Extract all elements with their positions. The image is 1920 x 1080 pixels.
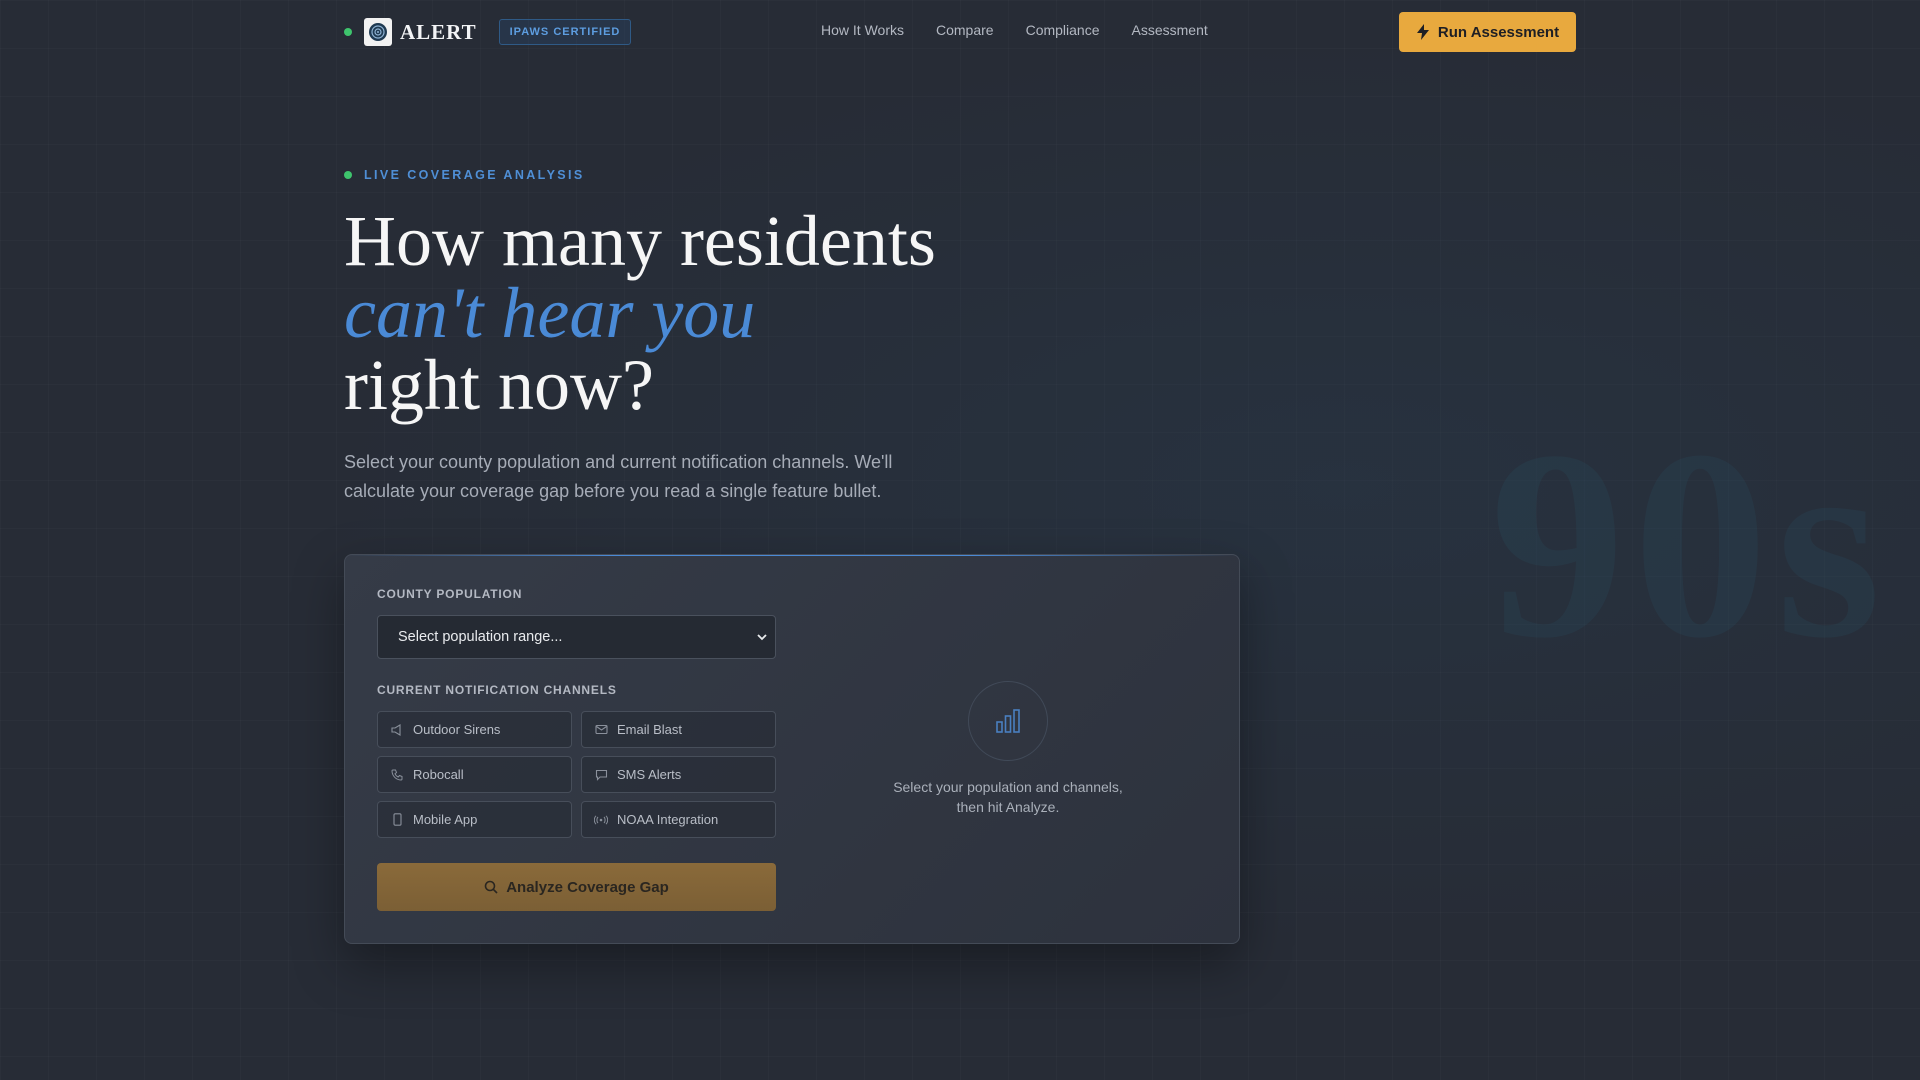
smartphone-icon (390, 813, 404, 827)
eyebrow-text: LIVE COVERAGE ANALYSIS (364, 168, 585, 182)
channel-label: NOAA Integration (617, 812, 719, 827)
population-label: COUNTY POPULATION (377, 587, 523, 601)
logo-icon (364, 18, 392, 46)
population-select[interactable]: Select population range... (377, 615, 776, 659)
channel-label: Mobile App (413, 812, 478, 827)
hero-subtitle: Select your county population and curren… (344, 452, 893, 501)
mail-icon (594, 723, 608, 737)
channel-outdoor-sirens[interactable]: Outdoor Sirens (377, 711, 572, 748)
bar-chart-icon (968, 681, 1048, 761)
coverage-calculator-card: COUNTY POPULATION Select population rang… (344, 554, 1240, 944)
hero-headline: How many residents can't hear you right … (344, 205, 936, 421)
empty-state-message: Select your population and channels, the… (893, 779, 1123, 815)
nav-link-assessment[interactable]: Assessment (1132, 22, 1208, 38)
channel-label: Outdoor Sirens (413, 722, 501, 737)
nav-links: How It Works Compare Compliance Assessme… (821, 22, 1240, 38)
card-accent-line (345, 555, 1239, 556)
chevron-down-icon (757, 634, 767, 641)
run-assessment-label: Run Assessment (1437, 23, 1560, 41)
channel-label: Email Blast (617, 722, 683, 737)
brand-name: ALERT (400, 19, 477, 44)
run-assessment-button[interactable]: Run Assessment (1399, 12, 1576, 52)
headline-line-1: How many residents (344, 201, 936, 281)
headline-accent: can't hear you (344, 273, 756, 353)
headline-line-3: right now? (344, 345, 654, 425)
channel-mobile-app[interactable]: Mobile App (377, 801, 572, 838)
channel-options: Outdoor Sirens Email Blast Robocall SMS … (377, 711, 776, 838)
eyebrow: LIVE COVERAGE ANALYSIS (344, 168, 585, 182)
background-decorative-number: 90s (1490, 395, 1890, 694)
channel-label: Robocall (413, 767, 464, 782)
analyze-label: Analyze Coverage Gap (506, 878, 669, 896)
channel-email-blast[interactable]: Email Blast (581, 711, 776, 748)
population-select-value: Select population range... (398, 629, 563, 645)
status-dot (344, 28, 352, 36)
live-indicator-dot (344, 171, 352, 179)
channel-label: SMS Alerts (617, 767, 682, 782)
nav-link-compliance[interactable]: Compliance (1026, 22, 1100, 38)
lightning-icon (1416, 24, 1429, 40)
phone-icon (390, 768, 404, 782)
nav-link-how-it-works[interactable]: How It Works (821, 22, 904, 38)
message-icon (594, 768, 608, 782)
nav-link-compare[interactable]: Compare (936, 22, 994, 38)
top-navigation: ALERT IPAWS CERTIFIED How It Works Compa… (0, 0, 1920, 64)
brand[interactable]: ALERT IPAWS CERTIFIED (344, 17, 632, 47)
channels-label: CURRENT NOTIFICATION CHANNELS (377, 683, 617, 697)
channel-sms-alerts[interactable]: SMS Alerts (581, 756, 776, 793)
certification-badge: IPAWS CERTIFIED (498, 19, 632, 45)
channel-robocall[interactable]: Robocall (377, 756, 572, 793)
radio-icon (594, 813, 608, 827)
channel-noaa-integration[interactable]: NOAA Integration (581, 801, 776, 838)
megaphone-icon (390, 723, 404, 737)
analyze-coverage-gap-button[interactable]: Analyze Coverage Gap (377, 863, 776, 911)
search-icon (484, 880, 498, 894)
